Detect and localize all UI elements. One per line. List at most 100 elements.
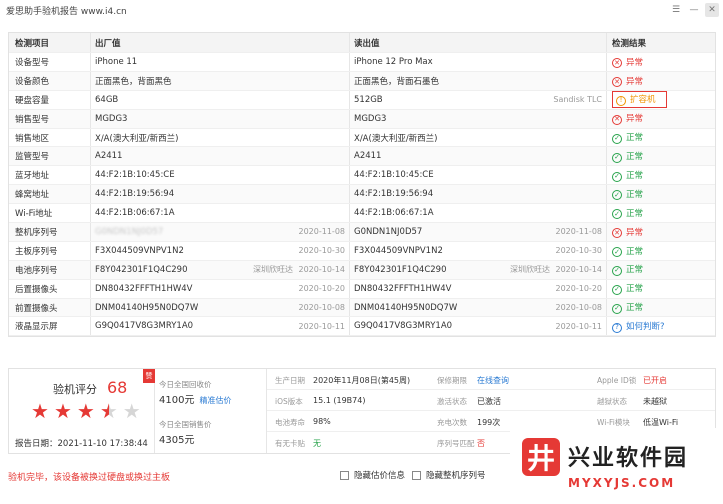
row-item: 液晶显示屏 bbox=[9, 317, 91, 336]
watermark-en: MYXYJS.COM bbox=[568, 476, 676, 490]
factory-date: 2020-10-14 bbox=[298, 265, 346, 275]
warn-status-icon: ! bbox=[616, 95, 626, 106]
row-read: 44:F2:1B:19:56:94 bbox=[350, 185, 607, 204]
estimate-link[interactable]: 精准估价 bbox=[199, 396, 231, 405]
result-badge: ✕ 异常 bbox=[612, 75, 643, 88]
row-item: 整机序列号 bbox=[9, 223, 91, 241]
ok-status-icon: ✓ bbox=[612, 284, 622, 295]
list-icon[interactable]: ☰ bbox=[669, 3, 683, 17]
table-row: 蓝牙地址 44:F2:1B:10:45:CE 44:F2:1B:10:45:CE ✓ 正… bbox=[9, 166, 715, 186]
report-date: 报告日期：2021-11-10 17:38:44 bbox=[15, 439, 148, 449]
result-badge: ✓ 正常 bbox=[612, 207, 643, 220]
checkbox-box[interactable] bbox=[412, 470, 421, 480]
row-result: ✓ 正常 bbox=[607, 166, 715, 184]
read-value: MGDG3 bbox=[354, 113, 387, 124]
row-result: ✕ 异常 bbox=[607, 223, 715, 241]
row-read: G9Q0417V8G3MRY1A0 2020-10-11 bbox=[350, 317, 607, 336]
result-badge: ✓ 正常 bbox=[612, 188, 643, 201]
row-read: MGDG3 bbox=[350, 109, 607, 128]
read-value: G0NDN1NJ0D57 bbox=[354, 226, 423, 237]
factory-date: 2020-10-08 bbox=[298, 303, 346, 313]
info-key-3: Wi-Fi模块 bbox=[597, 418, 630, 427]
read-date: 2020-10-14 bbox=[555, 265, 603, 275]
watermark-cn: 兴业软件园 bbox=[568, 446, 689, 471]
row-read: 44:F2:1B:06:67:1A bbox=[350, 204, 607, 223]
title-bar: 爱思助手验机报告 www.i4.cn ☰ — ✕ bbox=[0, 0, 723, 20]
factory-value: X/A(澳大利亚/新西兰) bbox=[95, 133, 179, 144]
table-row: 硬盘容量 64GB 512GB Sandisk TLC! 扩容机 bbox=[9, 90, 715, 110]
read-date: 2020-10-08 bbox=[555, 303, 603, 313]
row-factory: MGDG3 bbox=[91, 109, 350, 128]
factory-value: 44:F2:1B:06:67:1A bbox=[95, 208, 175, 219]
row-result: ✓ 正常 bbox=[607, 204, 715, 222]
bad-status-icon: ✕ bbox=[612, 114, 622, 125]
header-item: 检测项目 bbox=[9, 33, 91, 52]
result-badge: ✕ 异常 bbox=[612, 226, 643, 239]
read-value: 正面黑色，背面石墨色 bbox=[354, 76, 440, 87]
factory-value: iPhone 11 bbox=[95, 56, 138, 67]
ok-status-icon: ✓ bbox=[612, 133, 622, 144]
star-icon: ★ bbox=[53, 399, 72, 423]
read-value: 512GB bbox=[354, 94, 383, 105]
watermark-logo-icon: 井 bbox=[522, 438, 560, 476]
result-text: 异常 bbox=[626, 76, 644, 87]
read-value: F8Y042301F1Q4C290 bbox=[354, 264, 447, 275]
row-factory: F8Y042301F1Q4C290 深圳欣旺达 2020-10-14 bbox=[91, 260, 350, 279]
row-factory: F3X044509VNPV1N2 2020-10-30 bbox=[91, 241, 350, 260]
info-key: 生产日期 bbox=[275, 376, 305, 385]
result-badge: ! 扩容机 bbox=[612, 91, 667, 108]
row-result: ✕ 异常 bbox=[607, 72, 715, 90]
row-factory: G0NDN1NJ0D57 2020-11-08 bbox=[91, 223, 350, 241]
row-result: ✓ 正常 bbox=[607, 261, 715, 279]
read-date: 2020-11-08 bbox=[555, 227, 603, 237]
result-badge[interactable]: ? 如何判断? bbox=[612, 320, 665, 333]
header-result: 检测结果 bbox=[612, 38, 647, 49]
recycle-price: 4100元 精准估价 bbox=[159, 391, 231, 406]
read-value: G9Q0417V8G3MRY1A0 bbox=[354, 321, 453, 332]
result-badge: ✓ 正常 bbox=[612, 150, 643, 163]
factory-value: 44:F2:1B:19:56:94 bbox=[95, 189, 175, 200]
header-read: 读出值 bbox=[350, 33, 607, 52]
minimize-icon[interactable]: — bbox=[687, 3, 701, 17]
table-row: 销售地区 X/A(澳大利亚/新西兰) X/A(澳大利亚/新西兰) ✓ 正常 bbox=[9, 128, 715, 148]
info-value: 无 bbox=[313, 439, 321, 448]
sell-price-label: 今日全国销售价 bbox=[159, 420, 212, 429]
star-icon: ★ bbox=[99, 399, 118, 423]
row-result[interactable]: ? 如何判断? bbox=[607, 317, 715, 335]
read-date: 2020-10-20 bbox=[555, 284, 603, 294]
row-result: ✓ 正常 bbox=[607, 299, 715, 317]
factory-value: G0NDN1NJ0D57 bbox=[95, 226, 164, 237]
row-factory: iPhone 11 bbox=[91, 53, 350, 71]
info-value-2[interactable]: 在线查询 bbox=[477, 375, 509, 386]
info-key-3: 越狱状态 bbox=[597, 397, 627, 406]
factory-value: MGDG3 bbox=[95, 113, 128, 124]
hide-price-checkbox[interactable]: 隐藏估价信息 bbox=[340, 469, 405, 481]
row-result: ✓ 正常 bbox=[607, 280, 715, 298]
hide-serial-checkbox[interactable]: 隐藏整机序列号 bbox=[412, 469, 486, 481]
bad-status-icon: ✕ bbox=[612, 228, 622, 239]
report-table: 检测项目 出厂值 读出值 检测结果 设备型号 iPhone 11 iPhone 12… bbox=[8, 32, 716, 338]
table-row: 销售型号 MGDG3 MGDG3 ✕ 异常 bbox=[9, 109, 715, 129]
row-item: 设备颜色 bbox=[9, 71, 91, 90]
close-icon[interactable]: ✕ bbox=[705, 3, 719, 17]
ok-status-icon: ✓ bbox=[612, 265, 622, 276]
result-text: 正常 bbox=[626, 303, 644, 314]
hide-price-label: 隐藏估价信息 bbox=[354, 471, 406, 481]
read-extra: 深圳欣旺达 bbox=[510, 265, 550, 275]
info-key: 电池寿命 bbox=[275, 418, 305, 427]
row-read: F3X044509VNPV1N2 2020-10-30 bbox=[350, 241, 607, 260]
window-title: 爱思助手验机报告 www.i4.cn bbox=[6, 6, 127, 17]
result-text: 正常 bbox=[626, 152, 644, 163]
result-text: 正常 bbox=[626, 133, 644, 144]
factory-extra: 深圳欣旺达 bbox=[253, 265, 293, 275]
read-value: iPhone 12 Pro Max bbox=[354, 56, 433, 67]
factory-date: 2020-11-08 bbox=[298, 227, 346, 237]
result-text: 异常 bbox=[626, 227, 644, 238]
row-read: A2411 bbox=[350, 147, 607, 166]
star-icon: ★ bbox=[122, 399, 141, 423]
row-item: 前置摄像头 bbox=[9, 298, 91, 317]
score-value: 68 bbox=[107, 378, 128, 397]
row-factory: X/A(澳大利亚/新西兰) bbox=[91, 128, 350, 147]
checkbox-box[interactable] bbox=[340, 470, 349, 480]
row-read: F8Y042301F1Q4C290 深圳欣旺达 2020-10-14 bbox=[350, 260, 607, 279]
